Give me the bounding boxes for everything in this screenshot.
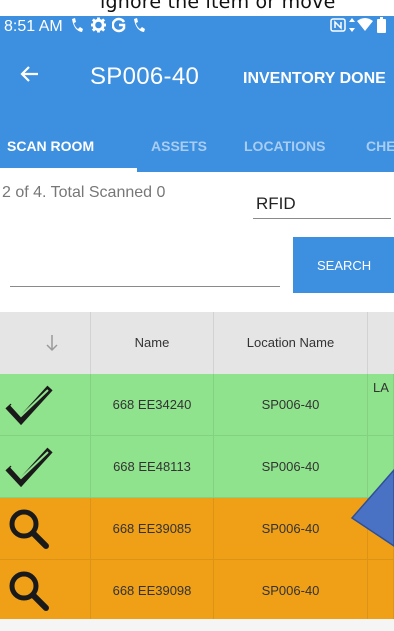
location-name-cell: SP006-40: [214, 436, 368, 498]
status-cell: [0, 498, 91, 560]
column-header-extra[interactable]: [368, 312, 394, 374]
search-input[interactable]: [10, 252, 270, 282]
column-header-location-name[interactable]: Location Name: [214, 312, 368, 374]
nfc-icon: [330, 17, 346, 36]
status-cell: [0, 560, 91, 622]
tab-bar: SCAN ROOM ASSETS LOCATIONS CHE: [0, 120, 394, 172]
location-name-cell: SP006-40: [214, 374, 368, 436]
asset-name-cell: 668 EE34240: [91, 374, 214, 436]
status-time: 8:51 AM: [4, 18, 63, 35]
table-row[interactable]: 668 EE48113 SP006-40: [0, 436, 394, 498]
caption-text: ignore the item or move: [100, 0, 336, 13]
extra-column-cell: LA: [368, 374, 394, 436]
tab-che[interactable]: CHE: [366, 138, 394, 154]
rfid-input[interactable]: [256, 194, 386, 214]
gear-icon: [91, 17, 106, 37]
wifi-icon: [357, 17, 373, 36]
column-header-name[interactable]: Name: [91, 312, 214, 374]
extra-column-cell: [368, 560, 394, 622]
status-bar: 8:51 AM: [0, 16, 394, 38]
location-name-cell: SP006-40: [214, 498, 368, 560]
table-row[interactable]: 668 EE39098 SP006-40: [0, 560, 394, 622]
caption-overlay-text: ignore the item or move: [0, 0, 394, 16]
magnifier-icon: [9, 571, 49, 611]
data-arrows-icon: [348, 17, 356, 36]
google-icon: [111, 17, 126, 37]
rfid-field: [253, 190, 391, 219]
sort-header-cell[interactable]: [0, 312, 91, 374]
sort-down-arrow-icon: [46, 335, 58, 352]
back-arrow-icon[interactable]: [18, 62, 42, 91]
phone-icon: [132, 17, 146, 37]
tab-assets[interactable]: ASSETS: [151, 138, 207, 154]
phone-icon: [70, 17, 84, 37]
tab-scan-room[interactable]: SCAN ROOM: [7, 138, 94, 154]
search-field: [10, 252, 280, 287]
magnifier-icon: [9, 509, 49, 549]
grid-footer-strip: [0, 619, 394, 631]
status-cell: [0, 436, 91, 498]
active-tab-indicator: [0, 168, 137, 172]
checkmark-icon: [5, 447, 53, 488]
status-cell: [0, 374, 91, 436]
table-row[interactable]: 668 EE34240 SP006-40 LA: [0, 374, 394, 436]
search-button[interactable]: SEARCH: [293, 237, 394, 293]
scan-progress-text: 2 of 4. Total Scanned 0: [2, 184, 166, 201]
battery-icon: [377, 17, 386, 36]
app-bar: SP006-40 INVENTORY DONE: [0, 38, 394, 120]
annotation-triangle-pointer: [350, 468, 394, 547]
asset-name-cell: 668 EE39085: [91, 498, 214, 560]
location-name-cell: SP006-40: [214, 560, 368, 622]
asset-name-cell: 668 EE39098: [91, 560, 214, 622]
page-title: SP006-40: [90, 63, 200, 90]
checkmark-icon: [5, 385, 53, 426]
asset-name-cell: 668 EE48113: [91, 436, 214, 498]
table-row[interactable]: 668 EE39085 SP006-40: [0, 498, 394, 560]
tab-locations[interactable]: LOCATIONS: [244, 138, 325, 154]
inventory-done-button[interactable]: INVENTORY DONE: [243, 70, 386, 88]
